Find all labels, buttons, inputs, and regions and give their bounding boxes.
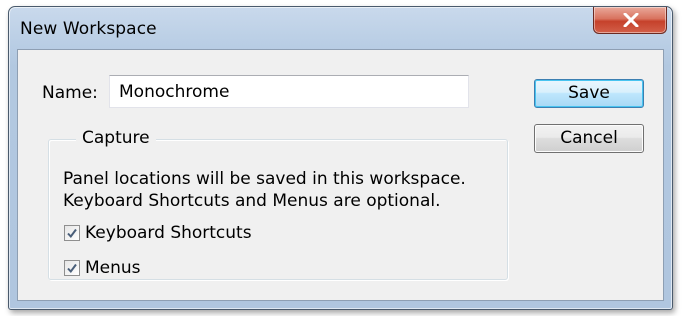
close-button[interactable]	[593, 7, 667, 34]
capture-group-title: Capture	[76, 128, 156, 148]
info-line-1: Panel locations will be saved in this wo…	[63, 169, 466, 189]
capture-info-text: Panel locations will be saved in this wo…	[63, 168, 503, 212]
checkmark-icon	[67, 228, 77, 239]
name-label: Name:	[42, 83, 98, 103]
menus-label: Menus	[85, 258, 141, 278]
close-icon	[623, 13, 639, 27]
keyboard-shortcuts-checkbox[interactable]	[64, 225, 80, 241]
keyboard-shortcuts-label: Keyboard Shortcuts	[85, 223, 252, 243]
dialog-window: New Workspace Name: Save Cancel Capture …	[8, 6, 673, 310]
menus-checkbox[interactable]	[64, 260, 80, 276]
dialog-content: Name: Save Cancel Capture Panel location…	[17, 49, 664, 301]
checkmark-icon	[67, 263, 77, 274]
save-button[interactable]: Save	[534, 79, 644, 108]
title-bar[interactable]: New Workspace	[9, 7, 672, 49]
cancel-button[interactable]: Cancel	[534, 124, 644, 153]
info-line-2: Keyboard Shortcuts and Menus are optiona…	[63, 191, 441, 211]
window-title: New Workspace	[20, 19, 157, 39]
name-input[interactable]	[109, 75, 469, 108]
